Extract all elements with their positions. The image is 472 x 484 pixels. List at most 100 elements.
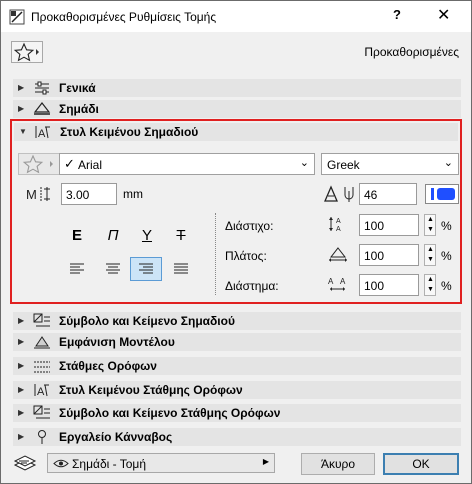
svg-text:A: A	[38, 128, 46, 140]
expand-arrow-icon: ▶	[18, 385, 25, 394]
chevron-down-icon: ⌄	[299, 157, 309, 169]
general-settings-icon	[35, 81, 49, 95]
align-left-icon	[70, 263, 84, 274]
separator	[215, 213, 216, 295]
help-button[interactable]: ?	[393, 7, 401, 22]
align-center-icon	[106, 263, 120, 274]
preset-name-label: Προκαθορισμένες	[364, 45, 459, 59]
script-value: Greek	[327, 158, 360, 172]
width-label: Πλάτος:	[225, 249, 267, 263]
section-marker[interactable]: ▶ Σημάδι	[13, 100, 461, 118]
section-label: Στυλ Κειμένου Στάθμης Ορόφων	[59, 383, 243, 397]
text-size-input[interactable]: 3.00	[61, 183, 117, 205]
font-dropdown[interactable]: ✓ Arial ⌄	[59, 153, 315, 175]
window-title: Προκαθορισμένες Ρυθμίσεις Τομής	[31, 10, 217, 24]
svg-text:A: A	[336, 218, 341, 225]
text-style-icon: A	[34, 384, 49, 398]
chevron-down-icon: ⌄	[443, 157, 453, 169]
width-input[interactable]: 100	[359, 244, 419, 266]
checkmark-icon: ✓	[64, 156, 75, 171]
section-label: Σημάδι	[59, 102, 99, 116]
font-value: Arial	[78, 158, 103, 172]
width-unit: %	[441, 249, 452, 263]
model-display-icon	[34, 336, 50, 349]
text-style-icon: A	[35, 126, 50, 140]
ok-button[interactable]: OK	[383, 453, 459, 475]
section-label: Σύμβολο και Κείμενο Στάθμης Ορόφων	[59, 406, 281, 420]
align-justify-button[interactable]	[165, 257, 197, 281]
symbol-text-icon	[33, 313, 50, 327]
width-stepper[interactable]: ▲ ▼	[424, 244, 436, 266]
leading-icon: A A	[329, 217, 341, 233]
section-story-levels[interactable]: ▶ Στάθμες Ορόφων	[13, 357, 461, 375]
align-justify-icon	[174, 263, 188, 274]
grid-tool-icon	[38, 430, 46, 444]
symbol-text-icon	[33, 405, 50, 419]
pen-color-swatch[interactable]	[425, 184, 459, 204]
strikethrough-button[interactable]: T	[165, 225, 197, 247]
char-spacing-icon: A A	[328, 277, 346, 291]
section-model-display[interactable]: ▶ Εμφάνιση Μοντέλου	[13, 333, 461, 351]
dialog-window: Προκαθορισμένες Ρυθμίσεις Τομής ? ✕ Προκ…	[0, 0, 472, 484]
favorites-button[interactable]	[11, 41, 43, 63]
eye-icon	[53, 459, 69, 468]
section-label: Εργαλείο Κάνναβος	[59, 430, 173, 444]
text-style-favorites-button[interactable]	[18, 153, 62, 175]
pen-icon	[324, 185, 354, 202]
leading-input[interactable]: 100	[359, 214, 419, 236]
svg-text:A: A	[37, 386, 45, 398]
svg-text:M: M	[26, 187, 37, 202]
align-right-icon	[139, 263, 153, 274]
svg-text:A: A	[340, 277, 346, 286]
text-size-unit: mm	[123, 187, 143, 201]
expand-arrow-icon: ▶	[18, 432, 25, 441]
leading-stepper[interactable]: ▲ ▼	[424, 214, 436, 236]
section-story-level-symbol-text[interactable]: ▶ Σύμβολο και Κείμενο Στάθμης Ορόφων	[13, 404, 461, 422]
layer-value: Σημάδι - Τομή	[72, 457, 147, 471]
marker-icon	[33, 102, 51, 115]
section-label: Γενικά	[59, 81, 96, 95]
script-dropdown[interactable]: Greek ⌄	[321, 153, 459, 175]
width-factor-icon	[329, 247, 347, 262]
star-icon	[13, 42, 39, 62]
align-center-button[interactable]	[97, 257, 129, 281]
section-tool-icon	[9, 9, 25, 25]
section-label: Σύμβολο και Κείμενο Σημαδιού	[59, 314, 235, 328]
section-label: Εμφάνιση Μοντέλου	[59, 335, 175, 349]
spacing-label: Διάστημα:	[225, 279, 279, 293]
bold-button[interactable]: E	[61, 225, 93, 247]
section-general[interactable]: ▶ Γενικά	[13, 79, 461, 97]
cancel-button[interactable]: Άκυρο	[301, 453, 375, 475]
expand-arrow-icon: ▶	[18, 316, 25, 325]
layers-icon	[13, 455, 37, 471]
align-right-button[interactable]	[130, 257, 162, 281]
expand-arrow-icon: ▶	[18, 361, 25, 370]
text-size-icon: M	[26, 187, 50, 202]
section-grid-tool[interactable]: ▶ Εργαλείο Κάνναβος	[13, 428, 461, 446]
collapse-arrow-icon: ▼	[19, 127, 27, 136]
expand-arrow-icon: ▶	[18, 337, 25, 346]
svg-text:A: A	[336, 226, 341, 233]
pen-number-input[interactable]: 46	[359, 183, 417, 205]
layer-dropdown[interactable]: Σημάδι - Τομή ▶	[47, 453, 275, 473]
leading-unit: %	[441, 219, 452, 233]
section-marker-symbol-text[interactable]: ▶ Σύμβολο και Κείμενο Σημαδιού	[13, 312, 461, 330]
spacing-input[interactable]: 100	[359, 274, 419, 296]
section-label: Στάθμες Ορόφων	[59, 359, 157, 373]
star-icon	[22, 154, 53, 174]
svg-text:A: A	[328, 277, 334, 286]
align-left-button[interactable]	[61, 257, 93, 281]
story-levels-icon	[34, 361, 50, 373]
underline-button[interactable]: Y	[131, 225, 163, 247]
spacing-unit: %	[441, 279, 452, 293]
section-story-level-text-style[interactable]: ▶ A Στυλ Κειμένου Στάθμης Ορόφων	[13, 381, 461, 399]
expand-arrow-icon: ▶	[18, 104, 25, 113]
expand-arrow-icon: ▶	[262, 457, 269, 466]
spacing-stepper[interactable]: ▲ ▼	[424, 274, 436, 296]
section-marker-text-style[interactable]: ▼ A Στυλ Κειμένου Σημαδιού	[14, 123, 458, 141]
close-icon[interactable]: ✕	[437, 5, 450, 25]
expand-arrow-icon: ▶	[18, 408, 25, 417]
section-label: Στυλ Κειμένου Σημαδιού	[60, 125, 199, 139]
expand-arrow-icon: ▶	[18, 83, 25, 92]
italic-button[interactable]: Π	[97, 225, 129, 247]
